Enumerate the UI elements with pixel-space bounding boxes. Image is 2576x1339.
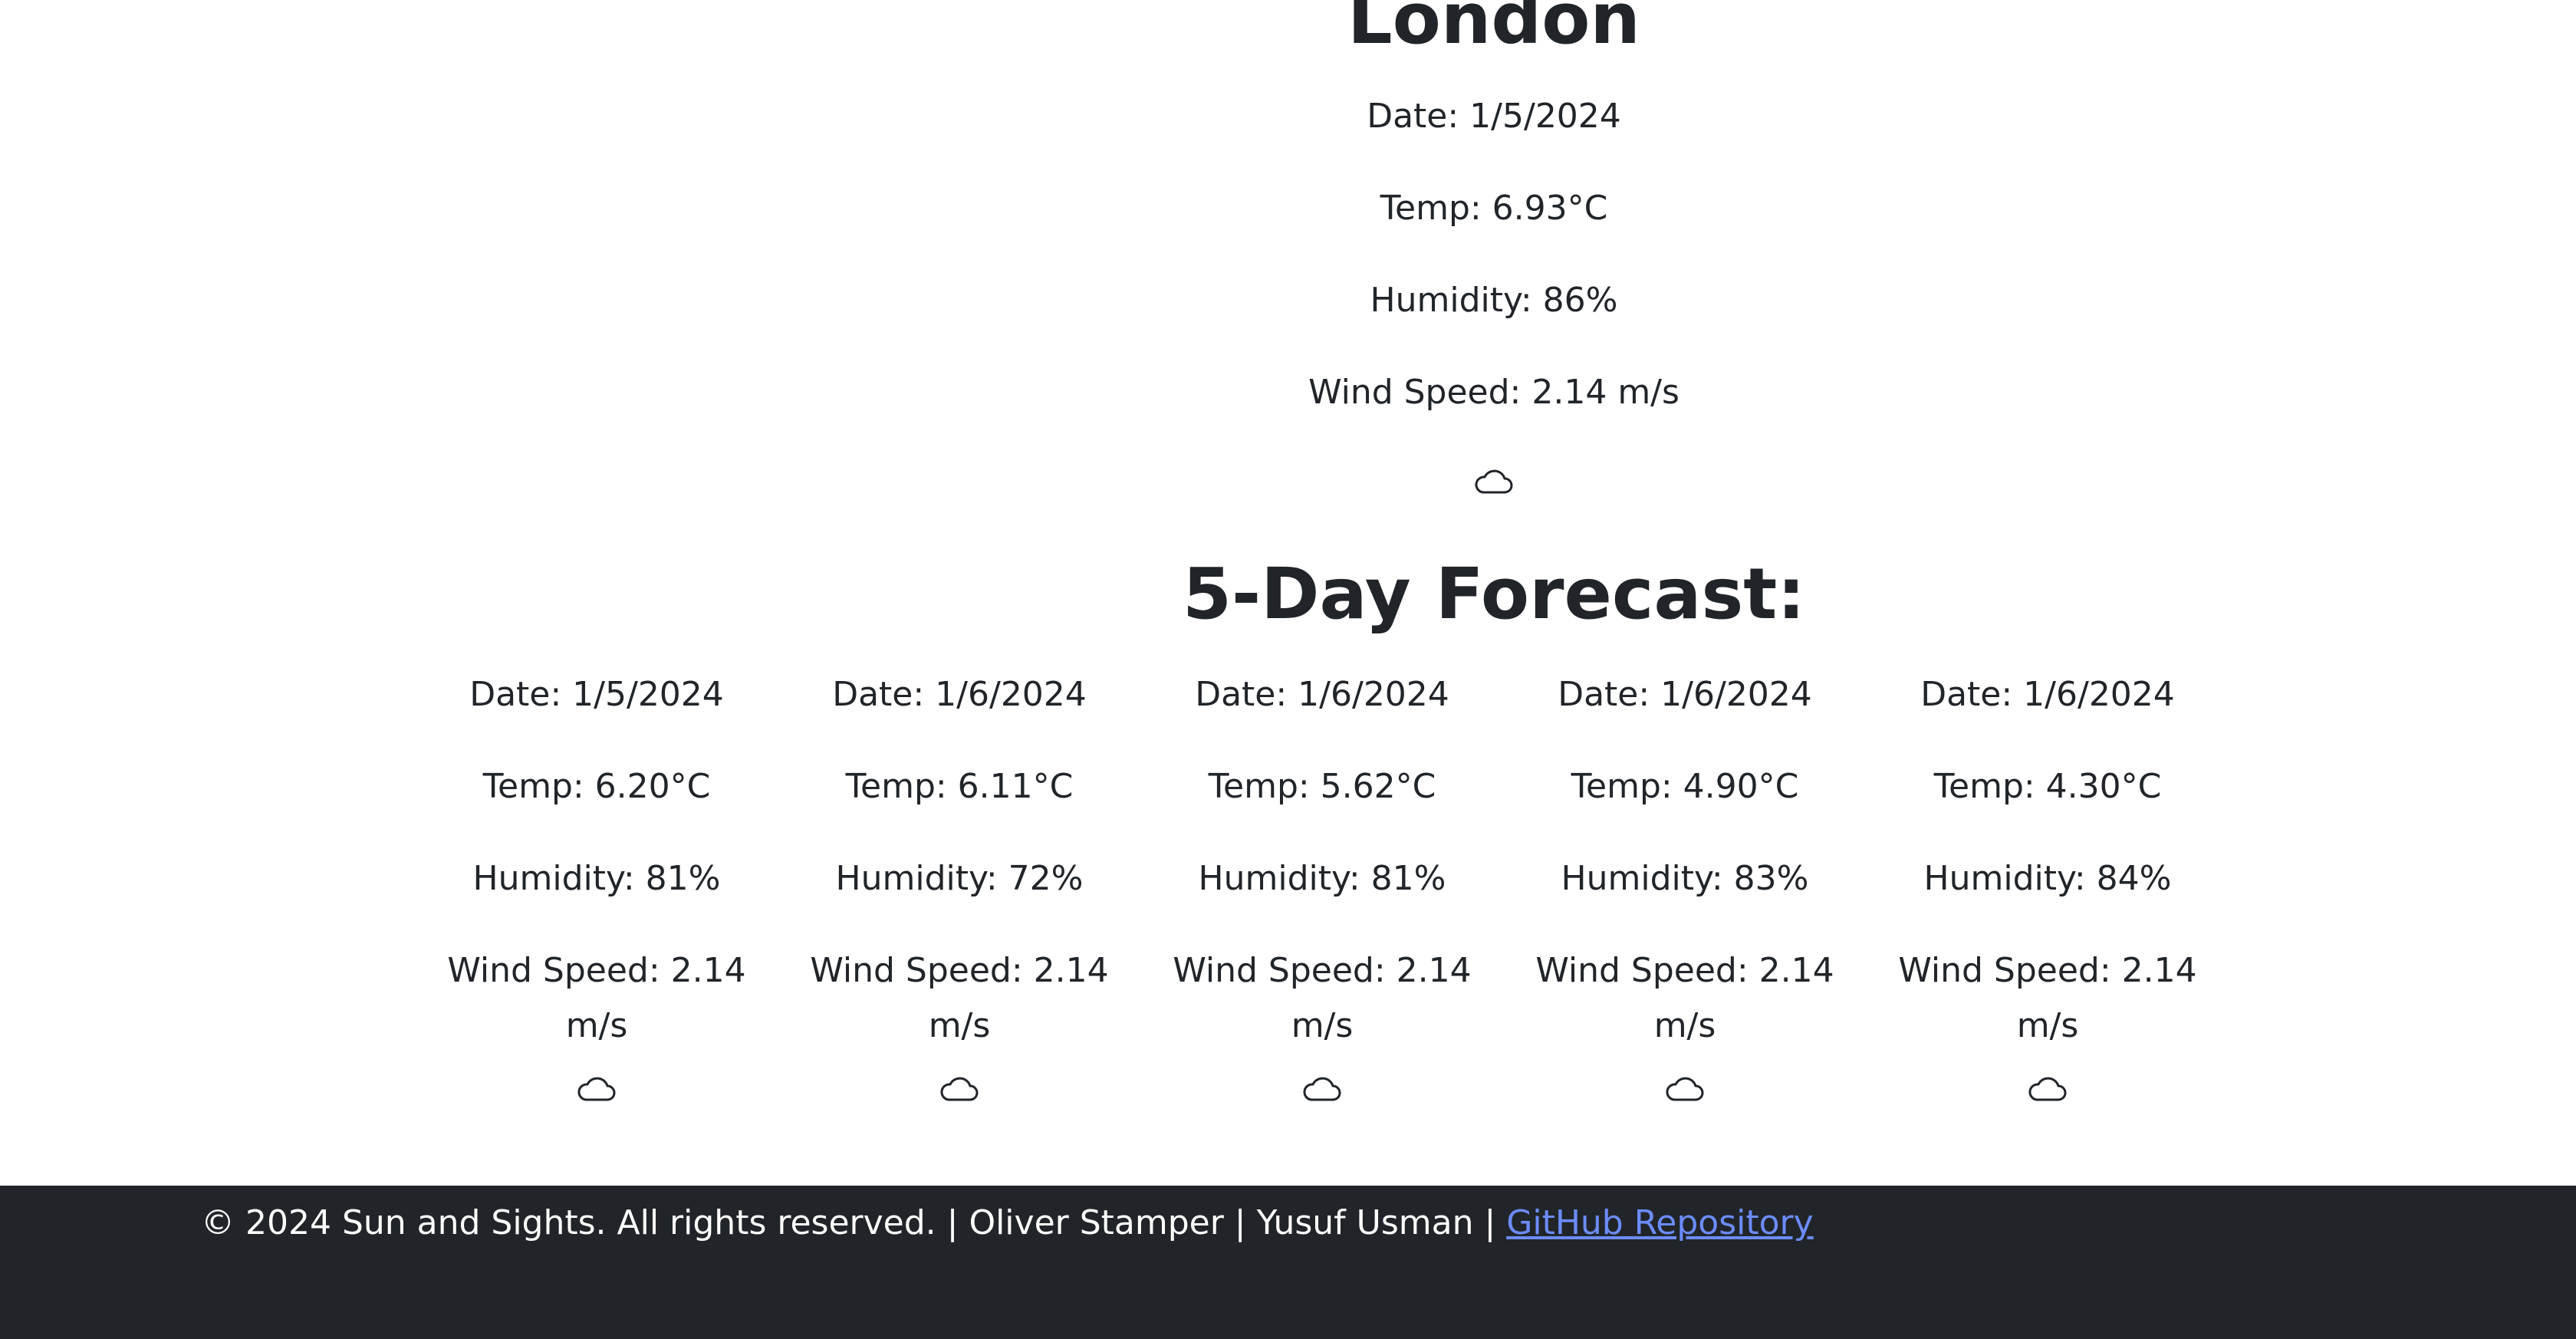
cloud-icon bbox=[1472, 466, 1515, 497]
forecast-day-5: Date: 1/6/2024 Temp: 4.30°C Humidity: 84… bbox=[1867, 667, 2229, 1107]
forecast-temp: Temp: 5.62°C bbox=[1208, 767, 1436, 806]
forecast-day-1: Date: 1/5/2024 Temp: 6.20°C Humidity: 81… bbox=[416, 667, 778, 1107]
copyright-text: © 2024 Sun and Sights. All rights reserv… bbox=[201, 1203, 1507, 1242]
current-temp: Temp: 6.93°C bbox=[1380, 189, 1608, 228]
forecast-row: Date: 1/5/2024 Temp: 6.20°C Humidity: 81… bbox=[416, 667, 2233, 1158]
forecast-wind: Wind Speed: 2.14 m/s bbox=[1898, 951, 2197, 1045]
cloud-icon bbox=[938, 1074, 981, 1104]
cloud-icon bbox=[1301, 1074, 1344, 1104]
forecast-wind: Wind Speed: 2.14 m/s bbox=[1173, 951, 1472, 1045]
github-repository-link[interactable]: GitHub Repository bbox=[1506, 1203, 1813, 1242]
forecast-humidity: Humidity: 72% bbox=[835, 859, 1084, 898]
page: London Date: 1/5/2024 Temp: 6.93°C Humid… bbox=[0, 0, 2576, 1339]
forecast-wind: Wind Speed: 2.14 m/s bbox=[810, 951, 1109, 1045]
forecast-temp: Temp: 4.90°C bbox=[1571, 767, 1799, 806]
forecast-humidity: Humidity: 84% bbox=[1923, 859, 2172, 898]
footer: © 2024 Sun and Sights. All rights reserv… bbox=[0, 1186, 2576, 1339]
cloud-icon bbox=[2026, 1074, 2069, 1104]
forecast-wind: Wind Speed: 2.14 m/s bbox=[1535, 951, 1834, 1045]
forecast-day-2: Date: 1/6/2024 Temp: 6.11°C Humidity: 72… bbox=[778, 667, 1140, 1107]
forecast-temp: Temp: 4.30°C bbox=[1933, 767, 2162, 806]
forecast-temp: Temp: 6.11°C bbox=[845, 767, 1074, 806]
footer-text: © 2024 Sun and Sights. All rights reserv… bbox=[201, 1196, 1814, 1250]
current-date: Date: 1/5/2024 bbox=[1367, 97, 1621, 136]
city-name: London bbox=[1347, 0, 1640, 60]
forecast-date: Date: 1/6/2024 bbox=[1558, 675, 1812, 714]
forecast-day-4: Date: 1/6/2024 Temp: 4.90°C Humidity: 83… bbox=[1504, 667, 1866, 1107]
forecast-humidity: Humidity: 81% bbox=[472, 859, 721, 898]
forecast-title: 5-Day Forecast: bbox=[1182, 553, 1806, 635]
current-humidity: Humidity: 86% bbox=[1370, 281, 1618, 320]
forecast-date: Date: 1/6/2024 bbox=[832, 675, 1087, 714]
forecast-humidity: Humidity: 81% bbox=[1198, 859, 1446, 898]
forecast-temp: Temp: 6.20°C bbox=[482, 767, 711, 806]
forecast-day-3: Date: 1/6/2024 Temp: 5.62°C Humidity: 81… bbox=[1141, 667, 1503, 1107]
forecast-date: Date: 1/6/2024 bbox=[1195, 675, 1449, 714]
forecast-wind: Wind Speed: 2.14 m/s bbox=[447, 951, 746, 1045]
cloud-icon bbox=[575, 1074, 618, 1104]
current-wind: Wind Speed: 2.14 m/s bbox=[1308, 373, 1679, 412]
forecast-humidity: Humidity: 83% bbox=[1561, 859, 1809, 898]
forecast-date: Date: 1/6/2024 bbox=[1920, 675, 2175, 714]
cloud-icon bbox=[1663, 1074, 1706, 1104]
current-weather: London Date: 1/5/2024 Temp: 6.93°C Humid… bbox=[0, 0, 2576, 494]
forecast-date: Date: 1/5/2024 bbox=[469, 675, 724, 714]
